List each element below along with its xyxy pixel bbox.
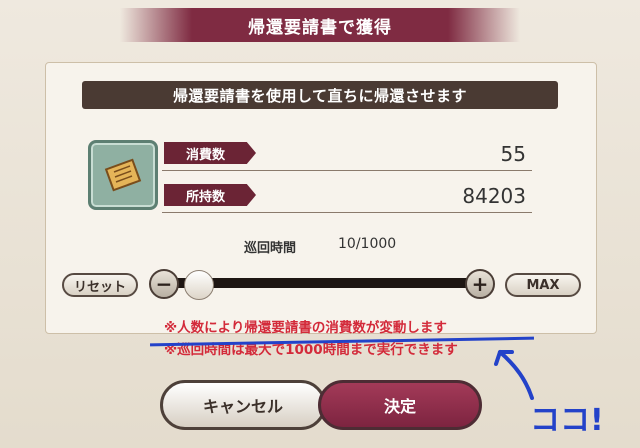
reset-label: リセット xyxy=(73,279,126,295)
plus-icon: + xyxy=(471,272,489,296)
owned-row: 所持数 84203 xyxy=(162,182,532,213)
max-label: MAX xyxy=(526,277,560,293)
instruction-text: 帰還要請書を使用して直ちに帰還させます xyxy=(172,86,468,105)
confirm-label: 決定 xyxy=(383,397,416,416)
scroll-icon xyxy=(88,140,158,210)
slider-thumb[interactable] xyxy=(184,270,214,300)
owned-label: 所持数 xyxy=(164,184,256,206)
max-button[interactable]: MAX xyxy=(505,273,581,297)
consume-label: 消費数 xyxy=(164,142,256,164)
cancel-button[interactable]: キャンセル xyxy=(160,380,326,430)
dialog-title: 帰還要請書で獲得 xyxy=(248,17,392,38)
reset-button[interactable]: リセット xyxy=(62,273,138,297)
owned-value: 84203 xyxy=(462,184,526,208)
consume-row: 消費数 55 xyxy=(162,140,532,171)
confirm-button[interactable]: 決定 xyxy=(318,380,482,430)
instruction-banner: 帰還要請書を使用して直ちに帰還させます xyxy=(82,81,558,109)
tour-time-label: 巡回時間 xyxy=(244,241,297,256)
annotation-arrow-icon xyxy=(494,350,534,400)
note-consume-change: ※人数により帰還要請書の消費数が変動します xyxy=(164,320,447,336)
minus-icon: − xyxy=(155,272,173,296)
minus-button[interactable]: − xyxy=(149,269,179,299)
annotation-text: ココ! xyxy=(530,403,604,438)
tour-time-value: 10/1000 xyxy=(338,236,397,252)
cancel-label: キャンセル xyxy=(202,397,283,416)
consume-value: 55 xyxy=(500,142,526,166)
plus-button[interactable]: + xyxy=(465,269,495,299)
dialog-title-bar: 帰還要請書で獲得 xyxy=(120,8,520,42)
